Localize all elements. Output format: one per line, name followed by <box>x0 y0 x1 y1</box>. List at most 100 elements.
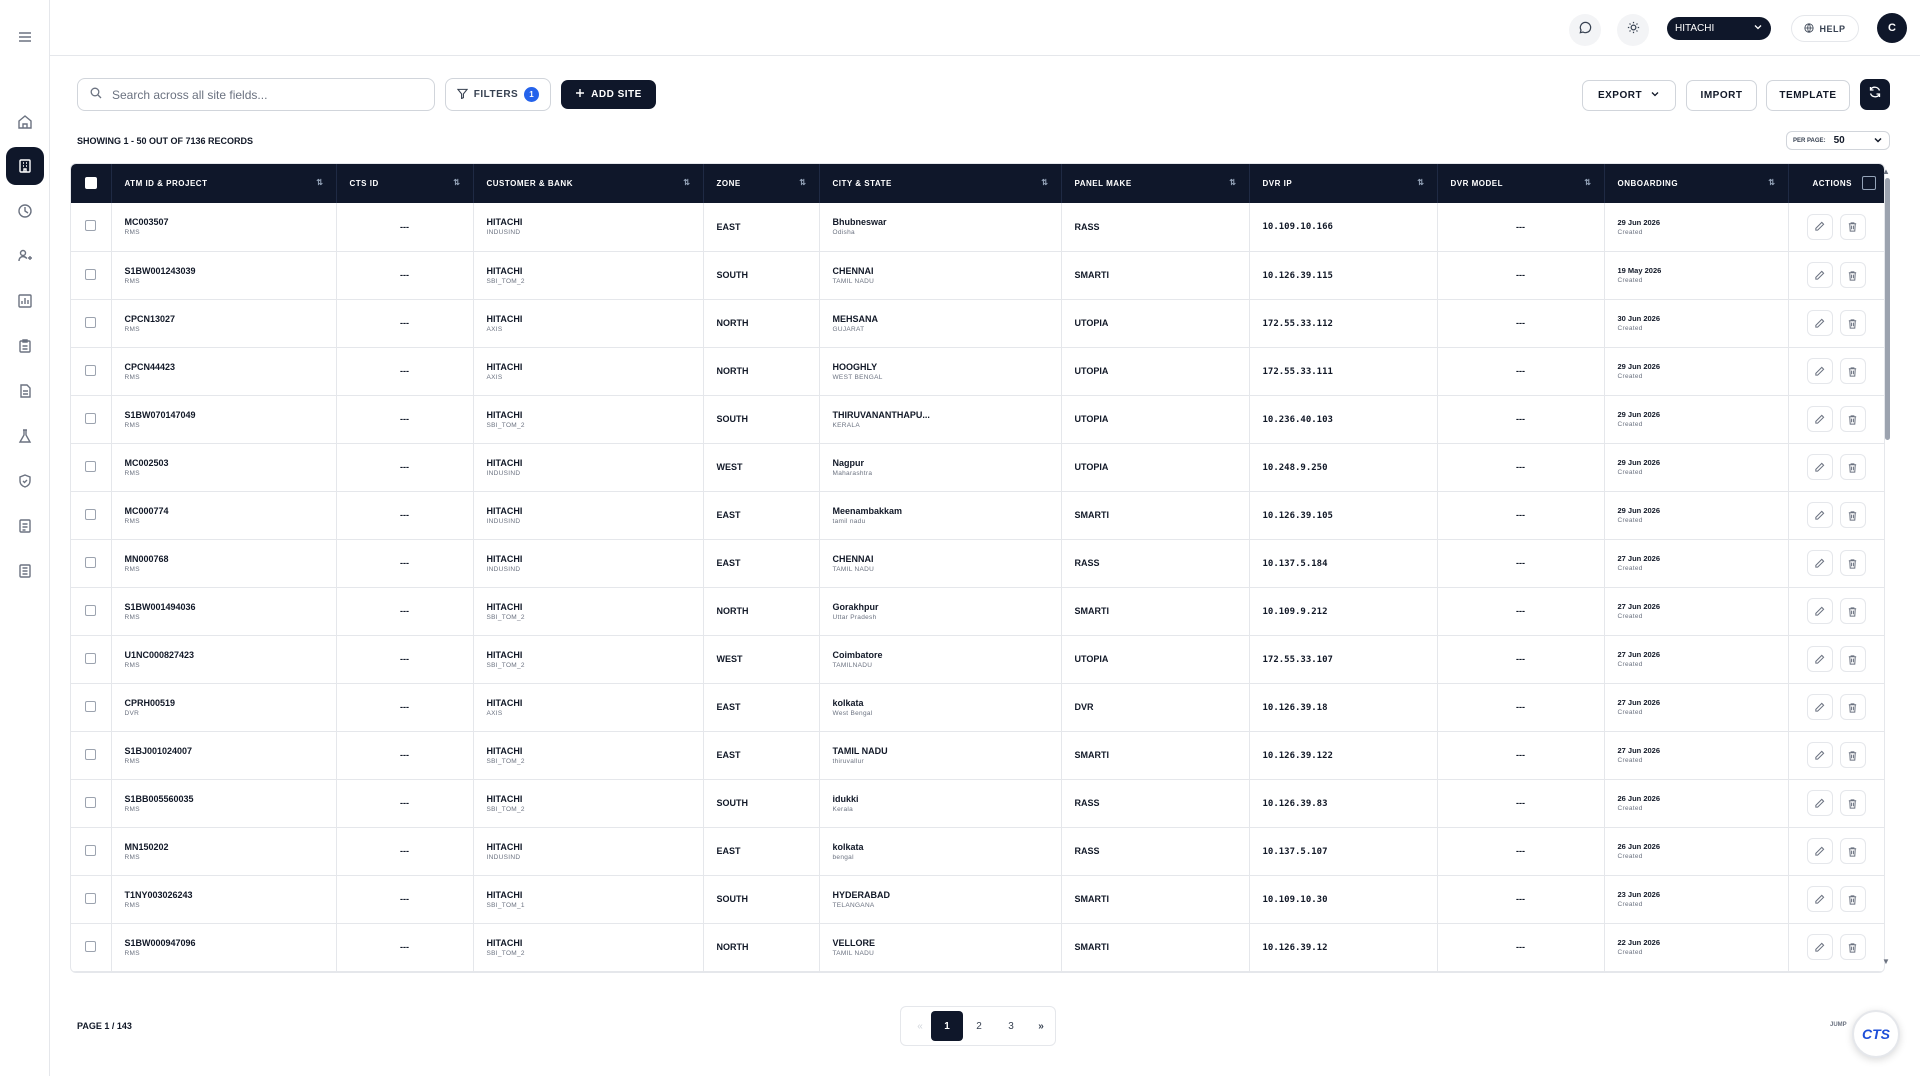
template-button[interactable]: TEMPLATE <box>1766 80 1850 111</box>
row-checkbox[interactable] <box>85 268 97 280</box>
table-row[interactable]: MC003507 RMS --- HITACHI INDUSIND EAST Bhubnes… <box>71 203 1884 252</box>
add-site-button[interactable]: ADD SITE <box>561 80 656 109</box>
row-checkbox[interactable] <box>85 460 97 472</box>
edit-icon[interactable] <box>1806 550 1833 576</box>
refresh-button[interactable] <box>1860 79 1890 110</box>
per-page-select[interactable]: PER PAGE: 50 <box>1786 131 1890 150</box>
row-checkbox[interactable] <box>85 604 97 616</box>
row-checkbox[interactable] <box>85 892 97 904</box>
delete-icon[interactable] <box>1839 598 1866 624</box>
atm-id[interactable]: MC003507 <box>125 217 336 227</box>
list-icon[interactable] <box>11 512 39 540</box>
atm-id[interactable]: S1BJ001024007 <box>125 746 336 756</box>
table-row[interactable]: S1BW001243039 RMS --- HITACHI SBI_TOM_2 SOUTH… <box>71 251 1884 300</box>
clock-icon[interactable] <box>11 197 39 225</box>
table-row[interactable]: S1BW070147049 RMS --- HITACHI SBI_TOM_2 SOUTH… <box>71 395 1884 444</box>
delete-icon[interactable] <box>1839 406 1866 432</box>
row-checkbox[interactable] <box>85 940 97 952</box>
table-row[interactable]: S1BW000947096 RMS --- HITACHI SBI_TOM_2 NORTH… <box>71 923 1884 972</box>
table-row[interactable]: CPCN13027 RMS --- HITACHI AXIS NORTH MEHSANA GU… <box>71 299 1884 348</box>
delete-icon[interactable] <box>1839 934 1866 960</box>
atm-id[interactable]: MN150202 <box>125 842 336 852</box>
table-row[interactable]: S1BJ001024007 RMS --- HITACHI SBI_TOM_2 EAST T… <box>71 731 1884 780</box>
report-icon[interactable] <box>11 287 39 315</box>
scroll-down-arrow[interactable]: ▼ <box>1882 957 1890 966</box>
delete-icon[interactable] <box>1839 454 1866 480</box>
edit-icon[interactable] <box>1806 838 1833 864</box>
table-scrollbar[interactable] <box>1885 178 1890 440</box>
user-route-icon[interactable] <box>11 242 39 270</box>
row-checkbox[interactable] <box>85 412 97 424</box>
next-page-button[interactable]: » <box>1027 1011 1055 1041</box>
support-chat-button[interactable]: CTS <box>1852 1010 1900 1058</box>
edit-icon[interactable] <box>1806 934 1833 960</box>
atm-id[interactable]: MN000768 <box>125 554 336 564</box>
row-checkbox[interactable] <box>85 844 97 856</box>
row-checkbox[interactable] <box>85 748 97 760</box>
delete-icon[interactable] <box>1839 838 1866 864</box>
header-city-state[interactable]: CITY & STATE ⇅ <box>819 164 1062 203</box>
header-zone[interactable]: ZONE ⇅ <box>703 164 820 203</box>
row-checkbox[interactable] <box>85 556 97 568</box>
header-dvr-ip[interactable]: DVR IP ⇅ <box>1249 164 1438 203</box>
atm-id[interactable]: MC000774 <box>125 506 336 516</box>
scroll-up-arrow[interactable]: ▲ <box>1882 167 1890 176</box>
menu-icon[interactable] <box>11 23 39 51</box>
atm-id[interactable]: S1BW001494036 <box>125 602 336 612</box>
organization-select[interactable]: HITACHI <box>1667 17 1771 40</box>
header-dvr-model[interactable]: DVR MODEL ⇅ <box>1437 164 1605 203</box>
table-row[interactable]: S1BW001494036 RMS --- HITACHI SBI_TOM_2 NORTH… <box>71 587 1884 636</box>
delete-icon[interactable] <box>1839 358 1866 384</box>
theme-toggle[interactable] <box>1617 14 1649 46</box>
header-atm-id[interactable]: ATM ID & PROJECT ⇅ <box>111 164 337 203</box>
delete-icon[interactable] <box>1839 694 1866 720</box>
import-button[interactable]: IMPORT <box>1686 80 1757 111</box>
delete-icon[interactable] <box>1839 790 1866 816</box>
header-onboarding[interactable]: ONBOARDING ⇅ <box>1604 164 1789 203</box>
edit-icon[interactable] <box>1806 213 1833 240</box>
header-customer-bank[interactable]: CUSTOMER & BANK ⇅ <box>473 164 704 203</box>
atm-id[interactable]: S1BW000947096 <box>125 938 336 948</box>
search-input[interactable] <box>112 87 412 102</box>
atm-id[interactable]: S1BB005560035 <box>125 794 336 804</box>
select-all-checkbox[interactable] <box>84 176 97 189</box>
document-icon[interactable] <box>11 377 39 405</box>
row-checkbox[interactable] <box>85 364 97 376</box>
row-checkbox[interactable] <box>85 316 97 328</box>
row-checkbox[interactable] <box>85 796 97 808</box>
row-checkbox[interactable] <box>85 652 97 664</box>
delete-icon[interactable] <box>1839 502 1866 528</box>
delete-icon[interactable] <box>1839 550 1866 576</box>
atm-id[interactable]: CPRH00519 <box>125 698 336 708</box>
edit-icon[interactable] <box>1806 454 1833 480</box>
table-row[interactable]: MC002503 RMS --- HITACHI INDUSIND WEST Nagpur M… <box>71 443 1884 492</box>
delete-icon[interactable] <box>1839 213 1866 240</box>
table-row[interactable]: U1NC000827423 RMS --- HITACHI SBI_TOM_2 WEST C… <box>71 635 1884 684</box>
edit-icon[interactable] <box>1806 742 1833 768</box>
help-button[interactable]: HELP <box>1791 15 1859 42</box>
file-list-icon[interactable] <box>11 557 39 585</box>
columns-icon[interactable] <box>1861 176 1876 190</box>
page-button-3[interactable]: 3 <box>995 1011 1027 1041</box>
atm-id[interactable]: T1NY003026243 <box>125 890 336 900</box>
clipboard-icon[interactable] <box>11 332 39 360</box>
table-row[interactable]: MN000768 RMS --- HITACHI INDUSIND EAST CHENNAI… <box>71 539 1884 588</box>
page-button-2[interactable]: 2 <box>963 1011 995 1041</box>
edit-icon[interactable] <box>1806 262 1833 288</box>
edit-icon[interactable] <box>1806 406 1833 432</box>
edit-icon[interactable] <box>1806 694 1833 720</box>
export-button[interactable]: EXPORT <box>1582 80 1676 111</box>
atm-id[interactable]: CPCN44423 <box>125 362 336 372</box>
chat-button[interactable] <box>1569 14 1601 46</box>
table-row[interactable]: CPCN44423 RMS --- HITACHI AXIS NORTH HOOGHLY WE… <box>71 347 1884 396</box>
delete-icon[interactable] <box>1839 886 1866 912</box>
atm-id[interactable]: MC002503 <box>125 458 336 468</box>
edit-icon[interactable] <box>1806 310 1833 336</box>
delete-icon[interactable] <box>1839 742 1866 768</box>
edit-icon[interactable] <box>1806 358 1833 384</box>
row-checkbox[interactable] <box>85 700 97 712</box>
lab-icon[interactable] <box>11 422 39 450</box>
shield-icon[interactable] <box>11 467 39 495</box>
edit-icon[interactable] <box>1806 790 1833 816</box>
row-checkbox[interactable] <box>85 508 97 520</box>
